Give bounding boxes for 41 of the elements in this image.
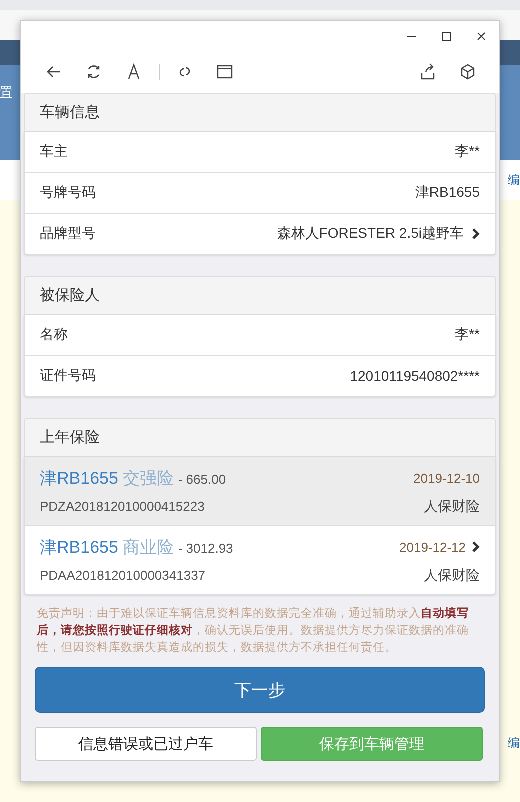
field-label: 证件号码 — [40, 367, 97, 385]
chevron-right-icon — [472, 541, 480, 553]
section-header: 被保险人 — [24, 276, 496, 315]
share-icon[interactable] — [419, 63, 437, 81]
window-icon[interactable] — [216, 63, 234, 81]
premium-amount: - 3012.93 — [178, 540, 234, 556]
field-label: 品牌型号 — [40, 225, 97, 243]
policy-date: 2019-12-10 — [414, 470, 480, 486]
edit-link[interactable]: 编 — [508, 172, 520, 188]
field-label: 号牌号码 — [40, 184, 97, 202]
edit-link[interactable]: 编 — [508, 735, 520, 752]
policy-item[interactable]: 津RB1655 交强险 - 665.00 2019-12-10 PDZA201812010000415223 人保财险 — [25, 457, 495, 525]
plate-number: 津RB1655 — [40, 538, 118, 556]
close-icon[interactable] — [476, 30, 487, 42]
chevron-right-icon — [472, 228, 480, 240]
field-label: 名称 — [40, 326, 69, 344]
field-value: 12010119540802**** — [350, 368, 480, 384]
next-step-button[interactable]: 下一步 — [35, 667, 485, 713]
insurer-name: 人保财险 — [424, 498, 480, 516]
policy-item[interactable]: 津RB1655 商业险 - 3012.93 2019-12-12 PDAA201812010000341337 人保财险 — [25, 525, 495, 594]
policy-number: PDZA201812010000415223 — [40, 498, 205, 514]
maximize-icon[interactable] — [441, 30, 452, 42]
field-value: 津RB1655 — [415, 184, 480, 202]
insurance-type: 商业险 — [122, 538, 174, 556]
field-value: 李** — [455, 143, 480, 161]
policy-date: 2019-12-12 — [400, 540, 466, 554]
field-value: 森林人FORESTER 2.5i越野车 — [277, 225, 464, 243]
field-label: 车主 — [40, 143, 69, 161]
insurance-type: 交强险 — [122, 468, 174, 488]
list-row[interactable]: 品牌型号 森林人FORESTER 2.5i越野车 — [25, 213, 495, 254]
field-value: 李** — [455, 326, 480, 344]
report-error-button[interactable]: 信息错误或已过户车 — [35, 727, 257, 761]
plate-number: 津RB1655 — [40, 468, 118, 488]
insurer-name: 人保财险 — [424, 566, 480, 584]
premium-amount: - 665.00 — [178, 472, 226, 486]
section-header: 上年保险 — [24, 418, 496, 457]
section-header: 车辆信息 — [24, 93, 496, 132]
disclaimer-text: 免责声明：由于难以保证车辆信息资料库的数据完全准确，通过辅助录入自动填写后，请您按照行驶证仔细核对，确认无误后使用。数据提供方尽力保证数据的准确性，但因资料库数据失真造成的损失，数据提供方不承担任何责任。 — [36, 606, 470, 656]
background-text: 置 — [0, 84, 13, 102]
policy-number: PDAA201812010000341337 — [40, 568, 206, 582]
cube-icon[interactable] — [459, 63, 477, 81]
